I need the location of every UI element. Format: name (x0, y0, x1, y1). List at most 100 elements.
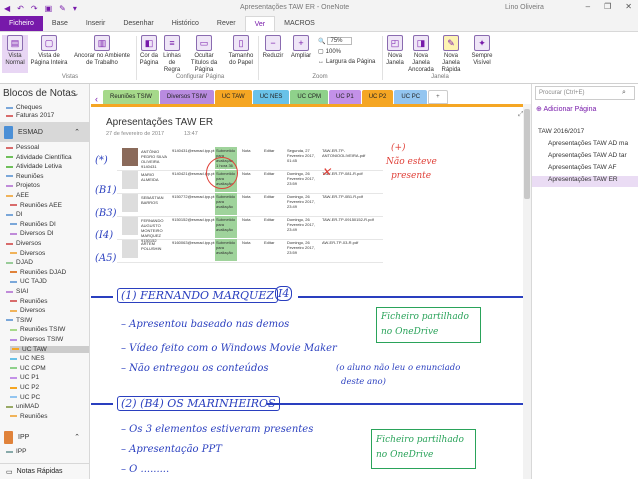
file-link[interactable]: TAW-ER-TP-0B1.R.pdf (322, 194, 380, 199)
tab-section[interactable]: UC NES (252, 90, 290, 104)
normal-view-button[interactable]: ▤ Vista Normal (2, 35, 28, 73)
quick-notes[interactable]: ▭ Notas Rápidas (0, 463, 89, 479)
page-canvas[interactable]: Apresentações TAW ER 27 de fevereiro de … (91, 104, 531, 479)
chevron-up-icon[interactable]: ⌃ (74, 433, 89, 441)
new-quick-note-button[interactable]: ✎ Nova Janela Rápida (437, 35, 465, 73)
zoom-in-button[interactable]: + Ampliar (287, 35, 315, 73)
page-title[interactable]: Apresentações TAW ER (106, 117, 213, 128)
section-item[interactable]: DI (6, 211, 23, 218)
page-list-item[interactable]: TAW 2016/2017 (532, 128, 638, 139)
tab-section[interactable]: UC PC (394, 90, 428, 104)
tab-section[interactable]: UC TAW (214, 90, 252, 104)
section-item[interactable]: IPP (6, 448, 26, 455)
section-item[interactable]: Cheques (6, 104, 42, 111)
edit-link[interactable]: Editar (264, 194, 274, 199)
section-item[interactable]: UC TAW (10, 345, 89, 353)
tab-section[interactable]: UC P2 (361, 90, 394, 104)
file-link[interactable]: AW-ER-TP-03-R.pdf (322, 240, 380, 245)
section-item[interactable]: UC CPM (10, 365, 46, 372)
chevron-up-icon[interactable]: ⌃ (74, 128, 89, 136)
edit-link[interactable]: Editar (264, 217, 274, 222)
tab-review[interactable]: Rever (208, 16, 245, 31)
section-item[interactable]: Diversos (10, 307, 45, 314)
file-link[interactable]: TAW-ER-TP-ANTONIOOLIVEIRA.pdf (322, 148, 380, 158)
section-item[interactable]: Reuniões DJAD (10, 269, 66, 276)
section-item[interactable]: UC P1 (10, 374, 39, 381)
tab-file[interactable]: Ficheiro (0, 16, 43, 31)
customize-icon[interactable]: ▾ (73, 4, 77, 13)
section-item[interactable]: Faturas 2017 (6, 112, 54, 119)
tab-section[interactable]: Reuniões TSIW (103, 90, 159, 104)
redo-icon[interactable]: ↷ (31, 4, 38, 13)
section-item[interactable]: DJAD (6, 259, 33, 266)
section-item[interactable]: AEE (6, 192, 29, 199)
chevron-down-icon[interactable]: ⌄ (72, 88, 80, 99)
minimize-button[interactable]: – (586, 2, 590, 11)
user-name[interactable]: Lino Oliveira (505, 4, 544, 11)
section-item[interactable]: UC P2 (10, 384, 39, 391)
chevron-left-icon[interactable]: ‹ (91, 94, 102, 104)
rule-lines-button[interactable]: ≡ Linhas de Regra (160, 35, 184, 73)
tab-macros[interactable]: MACROS (275, 16, 324, 31)
page-color-button[interactable]: ◧ Cor da Página (138, 35, 160, 73)
file-link[interactable]: TAW-ER-TP-09150152-R.pdf (322, 217, 380, 222)
close-button[interactable]: ✕ (625, 2, 632, 11)
tab-view[interactable]: Ver (244, 16, 276, 31)
add-page-button[interactable]: ⊕ Adicionar Página (536, 105, 596, 113)
always-on-top-button[interactable]: ✦ Sempre Visível (467, 35, 497, 73)
tab-draw[interactable]: Desenhar (114, 16, 162, 31)
section-item[interactable]: uniMAD (6, 403, 39, 410)
tab-home[interactable]: Base (43, 16, 77, 31)
section-item[interactable]: Diversos (6, 240, 41, 247)
section-item[interactable]: Diversos (10, 250, 45, 257)
dock-icon[interactable]: ▣ (45, 4, 53, 13)
section-item[interactable]: SIAI (6, 288, 28, 295)
section-item[interactable]: Pessoal (6, 144, 39, 151)
section-item[interactable]: Reuniões (6, 173, 43, 180)
add-section-button[interactable]: + (428, 90, 448, 104)
section-item[interactable]: Reuniões (10, 298, 47, 305)
scrollbar-thumb[interactable] (524, 109, 530, 199)
section-item[interactable]: Projetos (6, 182, 40, 189)
tab-section[interactable]: UC CPM (290, 90, 329, 104)
search-icon[interactable]: ⌕ (622, 89, 626, 97)
zoom-out-button[interactable]: − Reduzir (260, 35, 286, 73)
edit-link[interactable]: Editar (264, 148, 274, 153)
section-item[interactable]: UC TAJD (10, 278, 47, 285)
back-icon[interactable]: ◀ (4, 4, 10, 13)
section-item[interactable]: Reuniões TSIW (10, 326, 65, 333)
page-scrollbar[interactable] (523, 104, 531, 479)
edit-link[interactable]: Editar (264, 171, 274, 176)
page-list-item[interactable]: Apresentações TAW AD ma (532, 140, 638, 151)
undo-icon[interactable]: ↶ (17, 4, 24, 13)
section-item[interactable]: Atividade Letiva (6, 163, 62, 170)
hide-page-title-button[interactable]: ▭ Ocultar Títulos da Página (185, 35, 223, 73)
section-item[interactable]: Atividade Científica (6, 154, 72, 161)
search-input[interactable]: Procurar (Ctrl+E) (535, 86, 635, 100)
tab-section[interactable]: Diversos TSIW (159, 90, 214, 104)
dock-to-desktop-button[interactable]: ▥ Ancorar no Ambiente de Trabalho (70, 35, 134, 73)
section-item[interactable]: Diversos DI (10, 230, 54, 237)
tab-insert[interactable]: Inserir (77, 16, 114, 31)
full-page-view-button[interactable]: ▢ Vista de Página Inteira (30, 35, 68, 73)
page-list-item[interactable]: Apresentações TAW AF (532, 164, 638, 175)
page-list-item[interactable]: Apresentações TAW ER (532, 176, 638, 187)
notebook-esmad[interactable]: ESMAD ⌃ (0, 122, 89, 142)
section-item[interactable]: UC PC (10, 394, 40, 401)
restore-button[interactable]: ❐ (604, 2, 611, 11)
tab-section[interactable]: UC P1 (329, 90, 361, 104)
paper-size-button[interactable]: ▯ Tamanho do Papel (225, 35, 257, 73)
page-width-button[interactable]: ↔ Largura da Página (318, 59, 375, 65)
pen-icon[interactable]: ✎ (59, 4, 66, 13)
section-item[interactable]: UC NES (10, 355, 45, 362)
zoom-100-button[interactable]: ▢ 100% (318, 48, 341, 56)
notebooks-header[interactable]: Blocos de Notas ⌄ (0, 84, 89, 102)
page-list-item[interactable]: Apresentações TAW AD tar (532, 152, 638, 163)
section-item[interactable]: TSIW (6, 317, 32, 324)
zoom-dropdown[interactable]: 🔍 75% (318, 37, 352, 45)
section-item[interactable]: Reuniões DI (10, 221, 56, 228)
new-window-button[interactable]: ◰ Nova Janela (384, 35, 406, 73)
section-item[interactable]: Reuniões (10, 413, 47, 420)
section-item[interactable]: Reuniões AEE (10, 202, 62, 209)
section-item[interactable]: Diversos TSIW (10, 336, 63, 343)
